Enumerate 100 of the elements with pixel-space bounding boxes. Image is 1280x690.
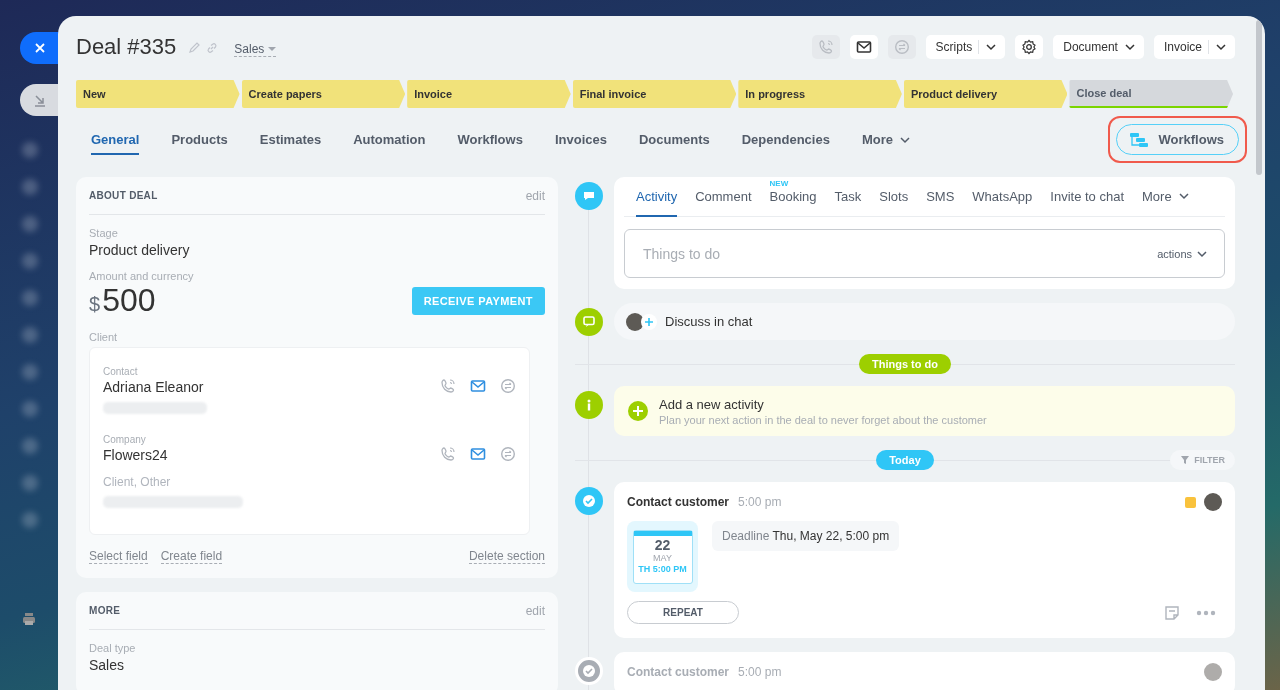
- menu-button[interactable]: Document: [1053, 35, 1144, 59]
- caret-icon: [268, 45, 277, 52]
- link-icon[interactable]: [206, 42, 219, 54]
- deadline-chip[interactable]: Deadline Thu, May 22, 5:00 pm: [712, 521, 900, 551]
- activity-hint: Plan your next action in the deal to never forget about the customer: [659, 413, 987, 426]
- blurred-icon: [22, 142, 38, 158]
- avatar: [1204, 493, 1222, 511]
- mail-icon[interactable]: [470, 378, 486, 394]
- tab[interactable]: Invoices: [554, 124, 607, 155]
- blurred-icon: [22, 290, 38, 306]
- todo-input-field[interactable]: Things to do actions: [624, 229, 1225, 278]
- activity-title: Contact customer: [627, 665, 730, 679]
- tab[interactable]: SMS: [926, 177, 955, 217]
- discuss-in-chat-button[interactable]: Discuss in chat: [614, 303, 1235, 340]
- menu-button[interactable]: Scripts: [925, 35, 1006, 59]
- calendar-time: TH 5:00 PM: [637, 563, 688, 575]
- blurred-icon: [22, 512, 38, 528]
- plus-circle-icon: [627, 400, 649, 422]
- chat-icon[interactable]: [500, 378, 516, 394]
- printer-icon[interactable]: [22, 612, 36, 626]
- tab[interactable]: Task: [834, 177, 862, 217]
- field-value: Sales: [89, 657, 126, 673]
- tab[interactable]: Products: [171, 124, 228, 155]
- chat-icon: [893, 39, 910, 55]
- client-name: Adriana Eleanor: [103, 379, 205, 395]
- field-value: Product delivery: [89, 242, 191, 258]
- close-icon: [34, 42, 46, 54]
- blurred-icon: [22, 475, 38, 491]
- tab[interactable]: Comment: [695, 177, 752, 217]
- tab[interactable]: Estimates: [259, 124, 322, 155]
- phone-icon[interactable]: [440, 446, 456, 462]
- chat-icon[interactable]: [500, 446, 516, 462]
- close-button[interactable]: [20, 32, 60, 64]
- stage-step[interactable]: New: [76, 80, 240, 108]
- delete-section-link[interactable]: Delete section: [468, 549, 545, 564]
- note-icon[interactable]: [1164, 604, 1180, 621]
- stage-step[interactable]: Create papers: [241, 80, 406, 108]
- activity-title: Add a new activity: [659, 396, 765, 412]
- settings-button[interactable]: [1015, 35, 1044, 59]
- more-menu[interactable]: More: [1142, 177, 1190, 217]
- tab[interactable]: Workflows: [457, 124, 523, 155]
- tab[interactable]: Invite to chat: [1050, 177, 1125, 217]
- activity-time: 5:00 pm: [738, 495, 782, 509]
- pencil-icon[interactable]: [188, 42, 201, 54]
- blurred-icon: [22, 253, 38, 269]
- stage-step[interactable]: In progress: [738, 80, 902, 108]
- new-label: NEW: [769, 179, 789, 188]
- avatar: [626, 312, 644, 331]
- workflow-icon: [1128, 131, 1149, 148]
- chevron-down-icon: [1123, 41, 1136, 53]
- calendar-day: 22: [633, 536, 692, 553]
- tab[interactable]: Slots: [879, 177, 909, 217]
- section-label: Things to do: [859, 354, 951, 374]
- actions-dropdown[interactable]: actions: [1157, 247, 1208, 260]
- section-label: Today: [876, 450, 934, 470]
- activity-time: 5:00 pm: [738, 665, 782, 679]
- client-name: Flowers24: [103, 447, 169, 463]
- blurred-icon: [22, 216, 38, 232]
- field-label: Deal type: [89, 642, 137, 654]
- tab[interactable]: General: [91, 124, 140, 155]
- field-label: Amount and currency: [89, 270, 195, 282]
- activity-title: Contact customer: [627, 495, 730, 509]
- chevron-down-icon: [1177, 190, 1190, 202]
- tab[interactable]: Activity: [636, 177, 678, 217]
- stage-step[interactable]: Product delivery: [903, 80, 1068, 108]
- comment-icon: [575, 182, 603, 210]
- mail-icon: [855, 39, 872, 55]
- add-activity-card[interactable]: Add a new activity Plan your next action in the deal to never forget about the customer: [614, 386, 1235, 436]
- tab[interactable]: Automation: [353, 124, 426, 155]
- tab[interactable]: WhatsApp: [972, 177, 1033, 217]
- arrow-down-right-icon: [33, 93, 47, 107]
- tab[interactable]: NEW Booking: [769, 177, 817, 217]
- tab[interactable]: Dependencies: [741, 124, 830, 155]
- field-label: Company: [103, 434, 147, 445]
- text-link[interactable]: Create field: [160, 549, 223, 564]
- menu-button[interactable]: Invoice: [1153, 35, 1235, 59]
- more-icon[interactable]: [1196, 609, 1216, 616]
- blurred-icon: [22, 401, 38, 417]
- field-label: Client: [89, 331, 119, 343]
- mail-button[interactable]: [849, 35, 878, 59]
- blurred-icon: [22, 438, 38, 454]
- chevron-down-icon: [1215, 41, 1227, 53]
- collapse-button[interactable]: [20, 84, 60, 116]
- check-icon: [575, 487, 603, 515]
- scrollbar-thumb[interactable]: [1256, 20, 1262, 175]
- info-icon: [575, 391, 603, 419]
- text-link[interactable]: Select field: [89, 549, 148, 564]
- tab[interactable]: Documents: [638, 124, 710, 155]
- stage-step[interactable]: Invoice: [407, 80, 571, 108]
- check-icon: [575, 657, 603, 685]
- more-menu[interactable]: More: [861, 124, 911, 155]
- filter-icon: [1180, 455, 1191, 465]
- section-title: ABOUT DEAL: [89, 190, 158, 201]
- stage-step[interactable]: Final invoice: [572, 80, 737, 108]
- avatar: [1204, 663, 1222, 681]
- phone-icon[interactable]: [440, 378, 456, 394]
- amount-value: $500: [89, 282, 156, 319]
- mail-icon[interactable]: [470, 446, 486, 462]
- category-dropdown[interactable]: Sales: [234, 41, 277, 57]
- stage-step[interactable]: Close deal: [1069, 80, 1234, 108]
